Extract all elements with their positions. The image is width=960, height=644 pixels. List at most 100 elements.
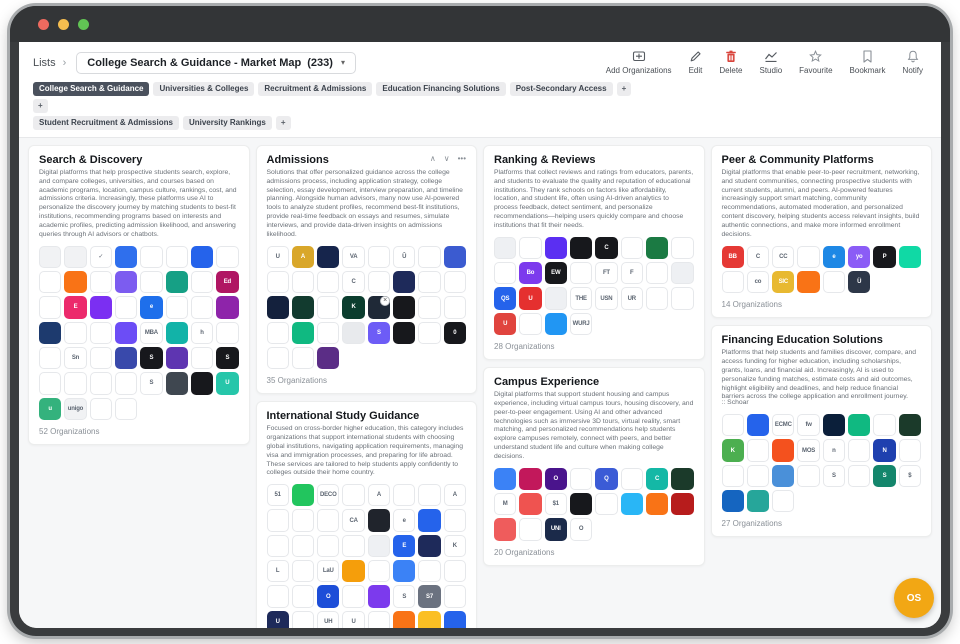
org-logo[interactable] [848, 414, 870, 436]
org-logo[interactable]: K [722, 439, 744, 461]
org-logo[interactable] [90, 372, 112, 394]
org-logo[interactable]: e [393, 509, 415, 531]
org-logo[interactable] [444, 585, 466, 607]
add-organizations-button[interactable]: Add Organizations [606, 50, 672, 75]
org-logo[interactable]: A [368, 484, 390, 506]
org-logo[interactable] [115, 296, 137, 318]
org-logo[interactable] [39, 246, 61, 268]
org-logo[interactable]: Ü [848, 271, 870, 293]
org-logo[interactable]: F [621, 262, 643, 284]
org-logo[interactable] [519, 468, 541, 490]
org-logo[interactable] [393, 322, 415, 344]
org-logo[interactable] [39, 347, 61, 369]
org-logo[interactable]: × [368, 296, 390, 318]
org-logo[interactable] [115, 246, 137, 268]
org-logo[interactable]: Sn [64, 347, 86, 369]
delete-button[interactable]: Delete [719, 50, 742, 75]
org-logo[interactable] [747, 465, 769, 487]
org-logo[interactable] [216, 322, 238, 344]
org-logo[interactable] [292, 271, 314, 293]
org-logo[interactable] [747, 414, 769, 436]
org-logo[interactable] [292, 611, 314, 628]
org-logo[interactable] [292, 535, 314, 557]
org-logo[interactable] [519, 237, 541, 259]
org-logo[interactable]: co [747, 271, 769, 293]
org-logo[interactable]: MOS [797, 439, 819, 461]
org-logo[interactable] [292, 509, 314, 531]
org-logo[interactable]: C [342, 271, 364, 293]
org-logo[interactable]: U [342, 611, 364, 628]
org-logo[interactable] [317, 509, 339, 531]
org-logo[interactable]: $1 [545, 493, 567, 515]
org-logo[interactable] [368, 585, 390, 607]
org-logo[interactable] [90, 322, 112, 344]
org-logo[interactable] [595, 493, 617, 515]
org-logo[interactable]: $ [899, 465, 921, 487]
org-logo[interactable] [292, 585, 314, 607]
traffic-light-minimize[interactable] [58, 19, 69, 30]
org-logo[interactable]: unigo [64, 398, 86, 420]
org-logo[interactable]: K [342, 296, 364, 318]
org-logo[interactable]: h [191, 322, 213, 344]
org-logo[interactable]: CA [342, 509, 364, 531]
org-logo[interactable] [292, 347, 314, 369]
org-logo[interactable] [267, 509, 289, 531]
org-logo[interactable] [317, 347, 339, 369]
org-logo[interactable] [722, 414, 744, 436]
org-logo[interactable] [115, 347, 137, 369]
org-logo[interactable] [317, 246, 339, 268]
org-logo[interactable] [393, 560, 415, 582]
org-logo[interactable] [418, 322, 440, 344]
org-logo[interactable] [368, 560, 390, 582]
org-logo[interactable] [368, 271, 390, 293]
org-logo[interactable] [191, 347, 213, 369]
tag-student-recruitment-admissions[interactable]: Student Recruitment & Admissions [33, 116, 179, 130]
org-logo[interactable] [444, 611, 466, 628]
org-logo[interactable]: ECMC [772, 414, 794, 436]
org-logo[interactable]: O [570, 518, 592, 540]
org-logo[interactable] [797, 246, 819, 268]
org-logo[interactable] [64, 322, 86, 344]
org-logo[interactable] [418, 535, 440, 557]
org-logo[interactable]: EW [545, 262, 567, 284]
org-logo[interactable]: L [267, 560, 289, 582]
org-logo[interactable] [191, 296, 213, 318]
org-logo[interactable]: ✓ [90, 246, 112, 268]
org-logo[interactable] [418, 509, 440, 531]
org-logo[interactable]: n [823, 439, 845, 461]
add-tag-button[interactable]: + [276, 116, 291, 130]
org-logo[interactable] [90, 398, 112, 420]
org-logo[interactable] [747, 490, 769, 512]
org-logo[interactable] [519, 493, 541, 515]
org-logo[interactable] [570, 468, 592, 490]
org-logo[interactable]: WURJ [570, 313, 592, 335]
remove-logo-badge[interactable]: × [380, 296, 390, 306]
tag-recruitment-admissions[interactable]: Recruitment & Admissions [258, 82, 372, 96]
org-logo[interactable] [115, 271, 137, 293]
org-logo[interactable]: DECO [317, 484, 339, 506]
org-logo[interactable]: O [317, 585, 339, 607]
org-logo[interactable] [772, 439, 794, 461]
org-logo[interactable] [115, 372, 137, 394]
org-logo[interactable] [494, 518, 516, 540]
org-logo[interactable]: Bo [519, 262, 541, 284]
org-logo[interactable] [621, 237, 643, 259]
org-logo[interactable] [267, 585, 289, 607]
org-logo[interactable] [899, 246, 921, 268]
org-logo[interactable] [317, 271, 339, 293]
org-logo[interactable] [418, 246, 440, 268]
tag-education-financing-solutions[interactable]: Education Financing Solutions [376, 82, 505, 96]
org-logo[interactable] [292, 560, 314, 582]
more-options-icon[interactable]: ••• [458, 155, 466, 163]
org-logo[interactable] [393, 611, 415, 628]
org-logo[interactable]: M [494, 493, 516, 515]
org-logo[interactable]: e [823, 246, 845, 268]
org-logo[interactable]: O [545, 468, 567, 490]
org-logo[interactable]: P [873, 246, 895, 268]
notify-button[interactable]: Notify [903, 50, 923, 75]
org-logo[interactable] [166, 246, 188, 268]
org-logo[interactable] [848, 439, 870, 461]
org-logo[interactable]: S [140, 372, 162, 394]
org-logo[interactable]: Q [595, 468, 617, 490]
org-logo[interactable] [368, 611, 390, 628]
